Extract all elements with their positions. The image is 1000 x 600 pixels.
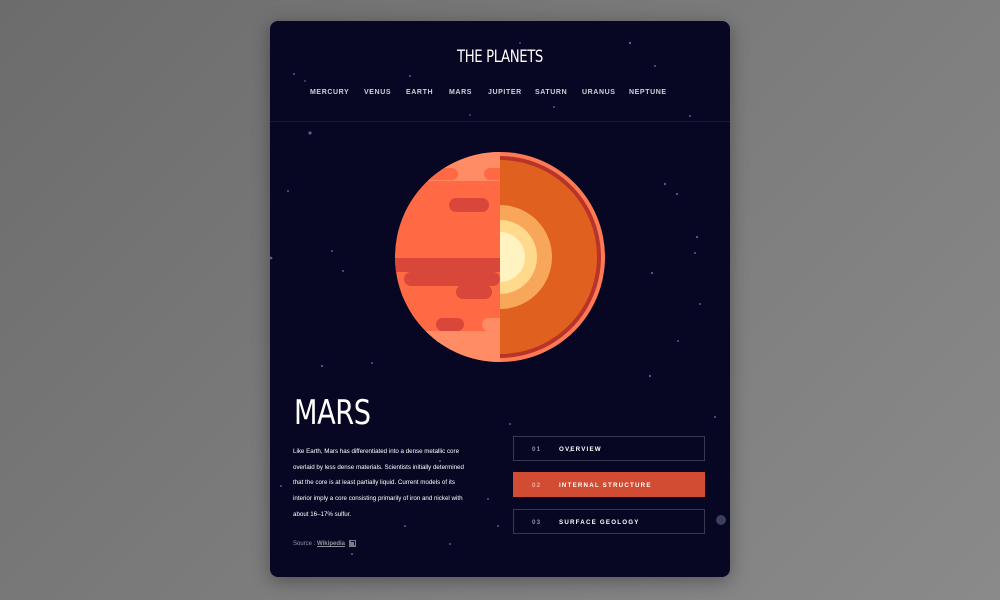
tab-label: SURFACE GEOLOGY bbox=[559, 519, 640, 526]
source-link[interactable]: Wikipedia bbox=[317, 541, 345, 547]
planet-description: Like Earth, Mars has differentiated into… bbox=[293, 448, 464, 518]
nav-item-neptune[interactable]: NEPTUNE bbox=[629, 89, 667, 96]
nav-item-mercury[interactable]: MERCURY bbox=[310, 89, 349, 96]
nav-item-mars[interactable]: MARS bbox=[449, 89, 472, 96]
nav-item-venus[interactable]: VENUS bbox=[364, 89, 391, 96]
tab-label: INTERNAL STRUCTURE bbox=[559, 482, 652, 489]
source-line: Source : Wikipedia bbox=[293, 540, 356, 547]
nav-item-saturn[interactable]: SATURN bbox=[535, 89, 567, 96]
tab-number: 01 bbox=[532, 446, 542, 453]
tab-number: 03 bbox=[532, 519, 542, 526]
source-label: Source : bbox=[293, 541, 316, 548]
mars-internal-structure-icon bbox=[395, 152, 605, 362]
planet-title: MARS bbox=[294, 393, 371, 433]
tab-number: 02 bbox=[532, 482, 542, 489]
site-header: THE PLANETS MERCURY VENUS EARTH MARS JUP… bbox=[270, 21, 730, 122]
nav-item-jupiter[interactable]: JUPITER bbox=[488, 89, 522, 96]
site-logo[interactable]: THE PLANETS bbox=[321, 47, 680, 67]
tab-label: OVERVIEW bbox=[559, 446, 602, 453]
external-link-icon[interactable] bbox=[348, 540, 356, 547]
app-frame: THE PLANETS MERCURY VENUS EARTH MARS JUP… bbox=[270, 21, 730, 577]
nav-item-uranus[interactable]: URANUS bbox=[582, 89, 616, 96]
scroll-indicator-dot[interactable] bbox=[716, 515, 726, 525]
tab-internal-structure[interactable]: 02 INTERNAL STRUCTURE bbox=[513, 472, 705, 497]
tab-overview[interactable]: 01 OVERVIEW bbox=[513, 436, 705, 461]
nav-item-earth[interactable]: EARTH bbox=[406, 89, 433, 96]
tab-surface-geology[interactable]: 03 SURFACE GEOLOGY bbox=[513, 509, 705, 534]
